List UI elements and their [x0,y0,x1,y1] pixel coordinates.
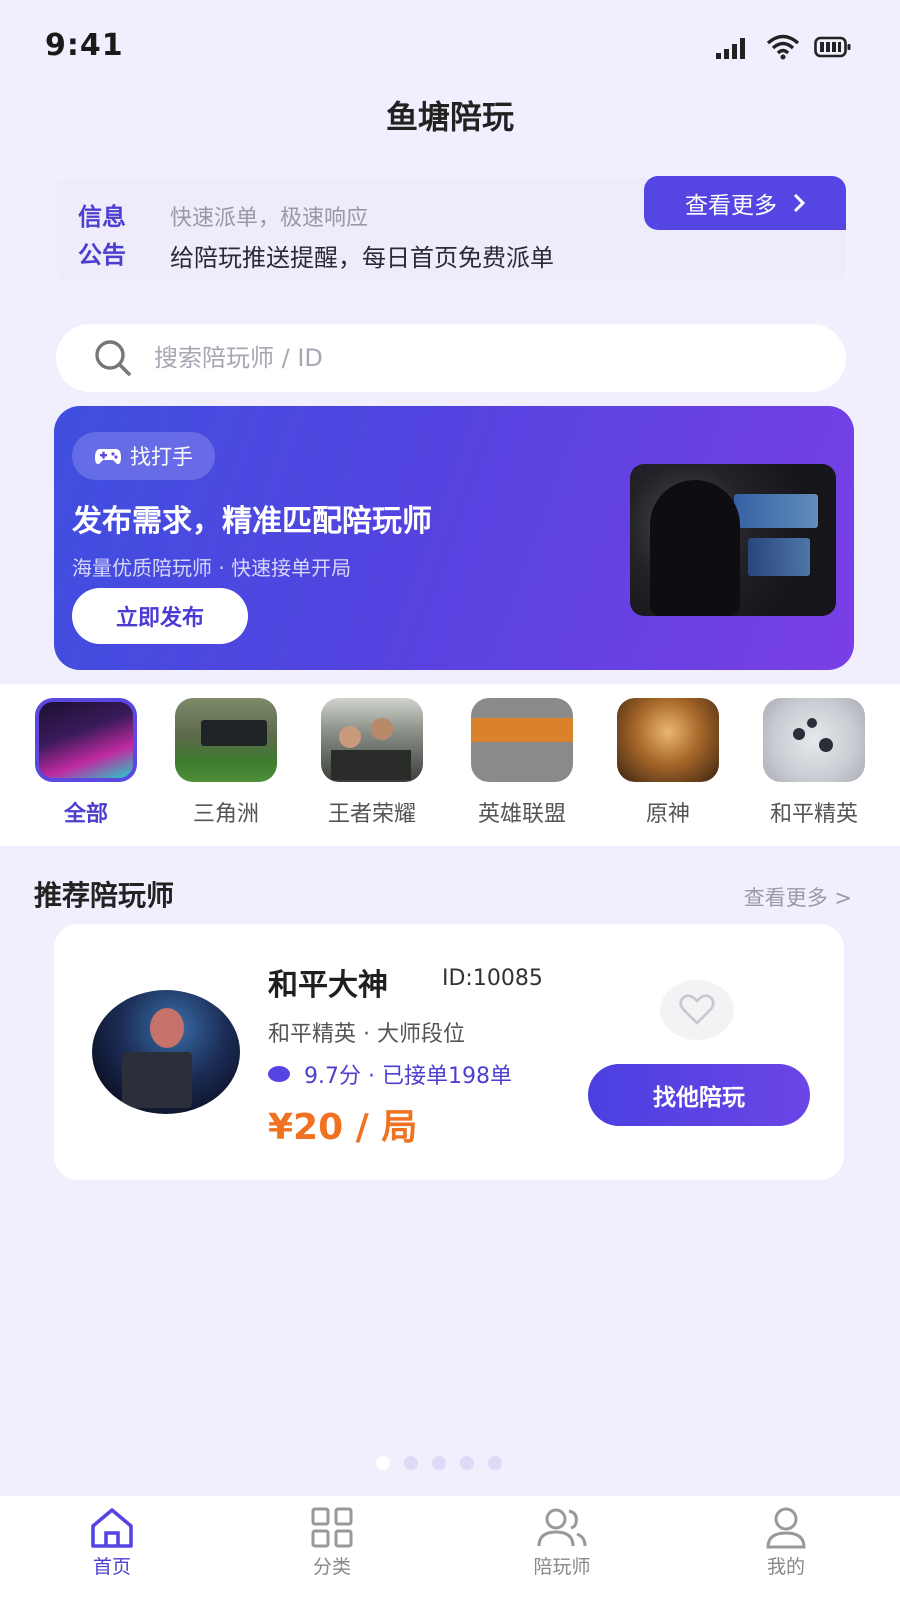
announcement-more-button[interactable]: 查看更多 [644,176,846,230]
banner-image-screen [734,494,818,528]
page-dot [404,1456,418,1470]
banner-gamer-image [630,464,836,616]
status-time: 9:41 [45,28,124,63]
announcement-line-2: 给陪玩推送提醒，每日首页免费派单 [170,244,554,272]
app-title: 鱼塘陪玩 [385,98,514,136]
user-icon [766,1507,806,1549]
banner-image-person [650,480,740,616]
banner-image-screen [748,538,810,576]
category-image-league-of-legends [471,698,573,782]
category-item-peace-elite[interactable]: 和平精英 [748,698,880,828]
companion-rating: 9.7分 · 已接单198单 [268,1058,512,1090]
gamepad-icon [95,449,121,465]
section-more-link[interactable]: 查看更多 > [744,882,852,912]
home-icon [91,1508,133,1548]
banner-subtitle: 海量优质陪玩师 · 快速接单开局 [72,556,352,580]
category-label: 王者荣耀 [327,802,416,827]
find-companion-button[interactable]: 找他陪玩 [588,1064,810,1126]
category-strip: 全部 三角洲 王者荣耀 英雄联盟 原神 和平精英 [0,684,900,846]
users-icon [537,1508,587,1547]
tab-label: 分类 [312,1556,351,1578]
category-label: 和平精英 [769,802,858,827]
search-input[interactable] [154,344,734,372]
companion-id: ID:10085 [442,966,543,991]
category-item-genshin[interactable]: 原神 [602,698,734,828]
category-image-keyboard [35,698,137,782]
grid-icon [311,1507,353,1548]
companion-game-rank: 和平精英 · 大师段位 [268,1022,465,1047]
banner-tag: 找打手 [72,432,215,480]
announcement-panel[interactable]: 信息公告 快速派单，极速响应 给陪玩推送提醒，每日首页免费派单 查看更多 [56,176,846,280]
banner-tag-label: 找打手 [130,445,193,469]
category-label: 英雄联盟 [477,802,566,827]
page-dot [432,1456,446,1470]
category-item-league-of-legends[interactable]: 英雄联盟 [456,698,588,828]
search-icon [95,340,131,376]
chevron-right-icon [793,193,805,213]
tab-label: 我的 [766,1556,805,1578]
tab-category[interactable]: 分类 [272,1506,392,1579]
category-item-delta[interactable]: 三角洲 [160,698,292,828]
heart-icon [679,994,715,1025]
page-indicator [376,1456,502,1470]
tab-label: 首页 [92,1556,131,1578]
tab-profile[interactable]: 我的 [726,1506,846,1579]
signal-icon [716,38,745,59]
rating-dot-icon [268,1066,290,1082]
companion-name: 和平大神 [268,968,388,1003]
rating-text: 9.7分 · 已接单198单 [304,1064,512,1089]
page-dot [488,1456,502,1470]
page-dot [376,1456,390,1470]
section-title: 推荐陪玩师 [34,879,175,912]
promo-banner[interactable]: 找打手 发布需求，精准匹配陪玩师 海量优质陪玩师 · 快速接单开局 立即发布 [54,406,854,670]
announcement-more-label: 查看更多 [685,193,777,219]
announcement-label: 信息公告 [78,203,126,269]
publish-button[interactable]: 立即发布 [72,588,248,644]
category-item-honor-of-kings[interactable]: 王者荣耀 [306,698,438,828]
category-image-peace-elite [763,698,865,782]
category-image-genshin [617,698,719,782]
tab-home[interactable]: 首页 [52,1506,172,1579]
avatar-face [150,1008,184,1048]
category-label: 原神 [645,802,690,827]
avatar-monitor [122,1052,192,1108]
avatar [92,990,240,1114]
tab-label: 陪玩师 [533,1556,591,1578]
status-bar: 9:41 [0,0,900,90]
companion-price: ¥20 / 局 [268,1107,418,1148]
page-dot [460,1456,474,1470]
tab-companions[interactable]: 陪玩师 [502,1506,622,1579]
category-item-all[interactable]: 全部 [20,698,152,828]
search-bar[interactable] [56,324,846,392]
announcement-line-1: 快速派单，极速响应 [170,206,369,231]
category-image-delta [175,698,277,782]
wifi-icon [766,34,800,60]
category-label: 全部 [63,802,108,827]
favorite-button[interactable] [660,980,734,1040]
category-label: 三角洲 [192,802,259,827]
category-image-honor-of-kings [321,698,423,782]
battery-icon [814,36,851,58]
banner-title: 发布需求，精准匹配陪玩师 [72,504,432,539]
companion-card[interactable]: 和平大神 ID:10085 和平精英 · 大师段位 9.7分 · 已接单198单… [54,924,844,1180]
bottom-tab-bar: 首页 分类 陪玩师 我的 [0,1496,900,1600]
status-icons [714,34,852,60]
